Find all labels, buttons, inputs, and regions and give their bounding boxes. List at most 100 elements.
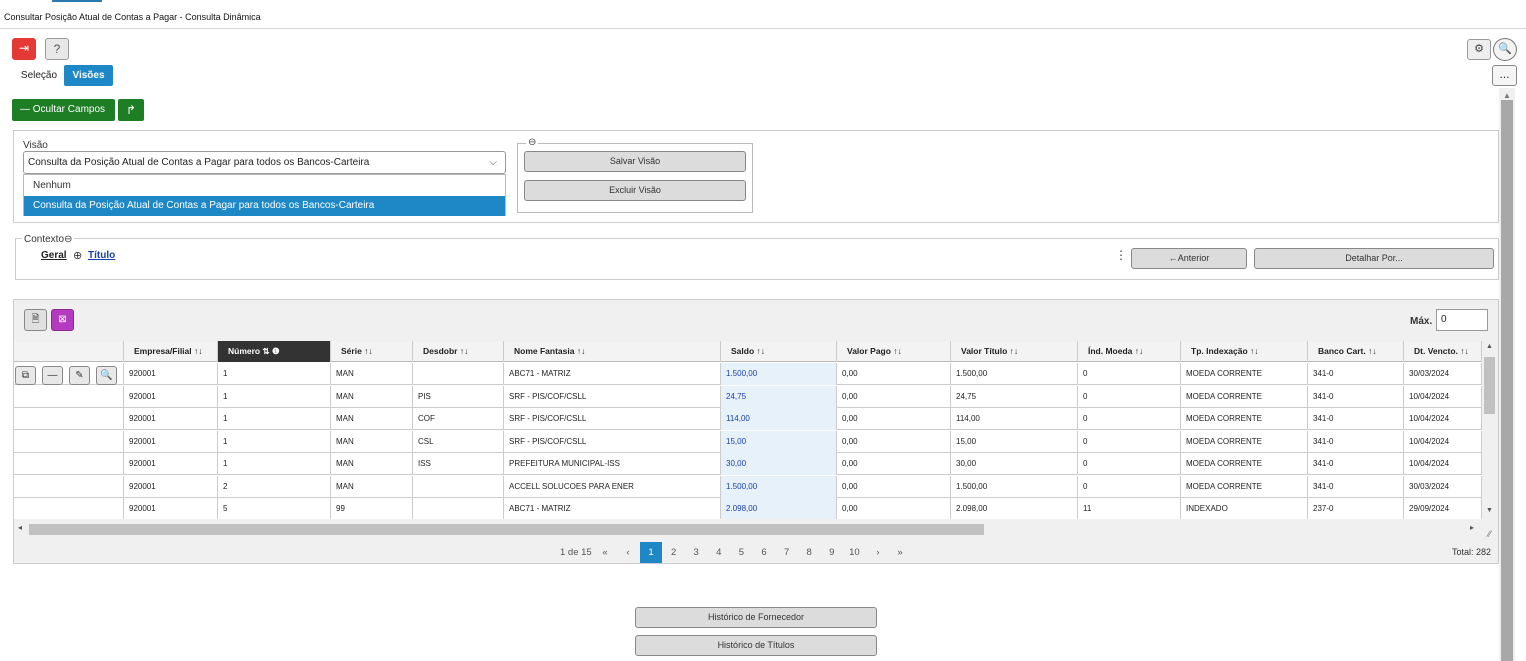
visao-option-nenhum[interactable]: Nenhum	[24, 176, 505, 196]
column-header[interactable]: Desdobr ↑↓	[413, 341, 504, 362]
ocultar-campos-button[interactable]: — Ocultar Campos	[12, 99, 115, 121]
historico-fornecedor-button[interactable]: Histórico de Fornecedor	[635, 607, 877, 628]
breadcrumb-geral[interactable]: Geral	[41, 250, 67, 261]
tab-visoes[interactable]: Visões	[64, 65, 113, 86]
cell-numero: 1	[218, 430, 331, 453]
page-2-button[interactable]: 2	[663, 542, 685, 563]
cell-valor_pago: 0,00	[837, 430, 951, 453]
cell-valor_titulo: 30,00	[951, 453, 1078, 475]
cell-numero: 2	[218, 475, 331, 498]
column-header[interactable]: Valor Pago ↑↓	[837, 341, 951, 362]
table-row[interactable]: 920001 1 MAN CSL SRF - PIS/COF/CSLL 15,00 0,00…	[14, 430, 1482, 453]
page-1-button[interactable]: 1	[640, 542, 662, 563]
historico-titulos-button[interactable]: Histórico de Títulos	[635, 635, 877, 656]
cell-dt_vencto: 10/04/2024	[1404, 430, 1482, 453]
exit-button[interactable]: ⇥	[12, 38, 36, 60]
cell-empresa: 920001	[124, 363, 218, 385]
export-excel-icon[interactable]: ⊠	[51, 309, 74, 331]
cell-saldo: 1.500,00	[721, 363, 837, 385]
column-header[interactable]: Tp. Indexação ↑↓	[1181, 341, 1308, 362]
search-icon[interactable]: 🔍	[96, 366, 117, 385]
cell-nome: ABC71 - MATRIZ	[504, 498, 721, 519]
data-table: Empresa/Filial ↑↓ Número ⇅ ❶ Série ↑↓ Desdo…	[14, 341, 1482, 519]
column-header[interactable]: Número ⇅ ❶	[218, 341, 331, 362]
share-icon[interactable]: ↱	[118, 99, 144, 121]
search-icon[interactable]: 🔍	[1493, 38, 1517, 61]
cell-saldo: 24,75	[721, 385, 837, 408]
cell-saldo: 2.098,00	[721, 498, 837, 519]
kebab-menu-icon[interactable]: ⋮	[1115, 248, 1127, 262]
column-header[interactable]: Nome Fantasia ↑↓	[504, 341, 721, 362]
chevron-down-icon: ⌵	[489, 157, 497, 168]
table-row[interactable]: 920001 1 MAN ABC71 - MATRIZ 1.500,00 0,00 1.50…	[14, 363, 1482, 385]
breadcrumb-titulo[interactable]: Título	[88, 250, 115, 261]
more-options-icon[interactable]: ...	[1492, 65, 1517, 86]
pagination-info: 1 de 15	[560, 547, 592, 558]
prev-page-button[interactable]: ‹	[617, 542, 639, 563]
column-header[interactable]: Índ. Moeda ↑↓	[1078, 341, 1181, 362]
detalhar-por-button[interactable]: Detalhar Por...	[1254, 248, 1494, 269]
page-10-button[interactable]: 10	[843, 542, 865, 563]
page-scrollbar[interactable]: ▲	[1499, 88, 1515, 661]
minus-icon[interactable]: —	[42, 366, 63, 385]
cell-empresa: 920001	[124, 385, 218, 408]
gear-icon[interactable]: ⚙	[1467, 39, 1491, 60]
table-row[interactable]: 920001 1 MAN COF SRF - PIS/COF/CSLL 114,00 0,0…	[14, 408, 1482, 430]
cell-serie: MAN	[331, 453, 413, 475]
page-9-button[interactable]: 9	[821, 542, 843, 563]
salvar-visao-button[interactable]: Salvar Visão	[524, 151, 746, 172]
cell-ind_moeda: 0	[1078, 385, 1181, 408]
table-row[interactable]: 920001 1 MAN PIS SRF - PIS/COF/CSLL 24,75 0,00…	[14, 385, 1482, 408]
table-vertical-scrollbar[interactable]: ▲ ▼	[1482, 341, 1497, 519]
tab-selecao[interactable]: Seleção	[14, 65, 64, 86]
cell-tp_index: MOEDA CORRENTE	[1181, 453, 1308, 475]
column-header[interactable]: Empresa/Filial ↑↓	[124, 341, 218, 362]
page-4-button[interactable]: 4	[708, 542, 730, 563]
cell-nome: SRF - PIS/COF/CSLL	[504, 408, 721, 430]
table-row[interactable]: 920001 1 MAN ISS PREFEITURA MUNICIPAL-ISS 30,…	[14, 453, 1482, 475]
page-5-button[interactable]: 5	[730, 542, 752, 563]
page-7-button[interactable]: 7	[776, 542, 798, 563]
collapse-icon[interactable]: ⊖	[64, 234, 72, 245]
page-8-button[interactable]: 8	[798, 542, 820, 563]
excluir-visao-button[interactable]: Excluir Visão	[524, 180, 746, 201]
cell-nome: PREFEITURA MUNICIPAL-ISS	[504, 453, 721, 475]
page-6-button[interactable]: 6	[753, 542, 775, 563]
row-tools-cell	[14, 498, 124, 519]
cell-tp_index: MOEDA CORRENTE	[1181, 475, 1308, 498]
column-header[interactable]: Dt. Vencto. ↑↓	[1404, 341, 1482, 362]
cell-ind_moeda: 0	[1078, 453, 1181, 475]
column-header[interactable]: Série ↑↓	[331, 341, 413, 362]
visao-select[interactable]: Consulta da Posição Atual de Contas a Pa…	[23, 151, 506, 174]
column-header[interactable]: Saldo ↑↓	[721, 341, 837, 362]
cell-ind_moeda: 0	[1078, 363, 1181, 385]
anterior-button[interactable]: ←Anterior	[1131, 248, 1247, 269]
column-header[interactable]: Valor Título ↑↓	[951, 341, 1078, 362]
edit-icon[interactable]: ✎	[69, 366, 90, 385]
table-row[interactable]: 920001 5 99 ABC71 - MATRIZ 2.098,00 0,00 2.098…	[14, 498, 1482, 519]
cell-valor_titulo: 1.500,00	[951, 475, 1078, 498]
collapse-icon[interactable]: ⊖	[526, 137, 539, 148]
help-button[interactable]: ?	[45, 38, 69, 60]
column-header[interactable]: Banco Cart. ↑↓	[1308, 341, 1404, 362]
cell-empresa: 920001	[124, 430, 218, 453]
cell-valor_pago: 0,00	[837, 363, 951, 385]
resize-handle-icon[interactable]: ⁄⁄	[1488, 529, 1491, 539]
first-page-button[interactable]: «	[594, 542, 616, 563]
next-page-button[interactable]: ›	[867, 542, 889, 563]
visao-selected-value: Consulta da Posição Atual de Contas a Pa…	[28, 157, 370, 168]
visao-option-consulta[interactable]: Consulta da Posição Atual de Contas a Pa…	[24, 196, 505, 216]
cell-empresa: 920001	[124, 408, 218, 430]
last-page-button[interactable]: »	[889, 542, 911, 563]
table-horizontal-scrollbar[interactable]: ◂ ▸	[14, 521, 1482, 538]
row-tools-cell	[14, 453, 124, 475]
cell-valor_pago: 0,00	[837, 408, 951, 430]
max-input[interactable]: 0	[1436, 309, 1488, 331]
page-3-button[interactable]: 3	[685, 542, 707, 563]
cell-valor_titulo: 114,00	[951, 408, 1078, 430]
copy-icon[interactable]: ⧉	[15, 366, 36, 385]
export-pdf-icon[interactable]: 🗎	[24, 309, 47, 331]
cell-serie: MAN	[331, 430, 413, 453]
table-row[interactable]: 920001 2 MAN ACCELL SOLUCOES PARA ENER 1.500…	[14, 475, 1482, 498]
cell-banco: 341-0	[1308, 363, 1404, 385]
